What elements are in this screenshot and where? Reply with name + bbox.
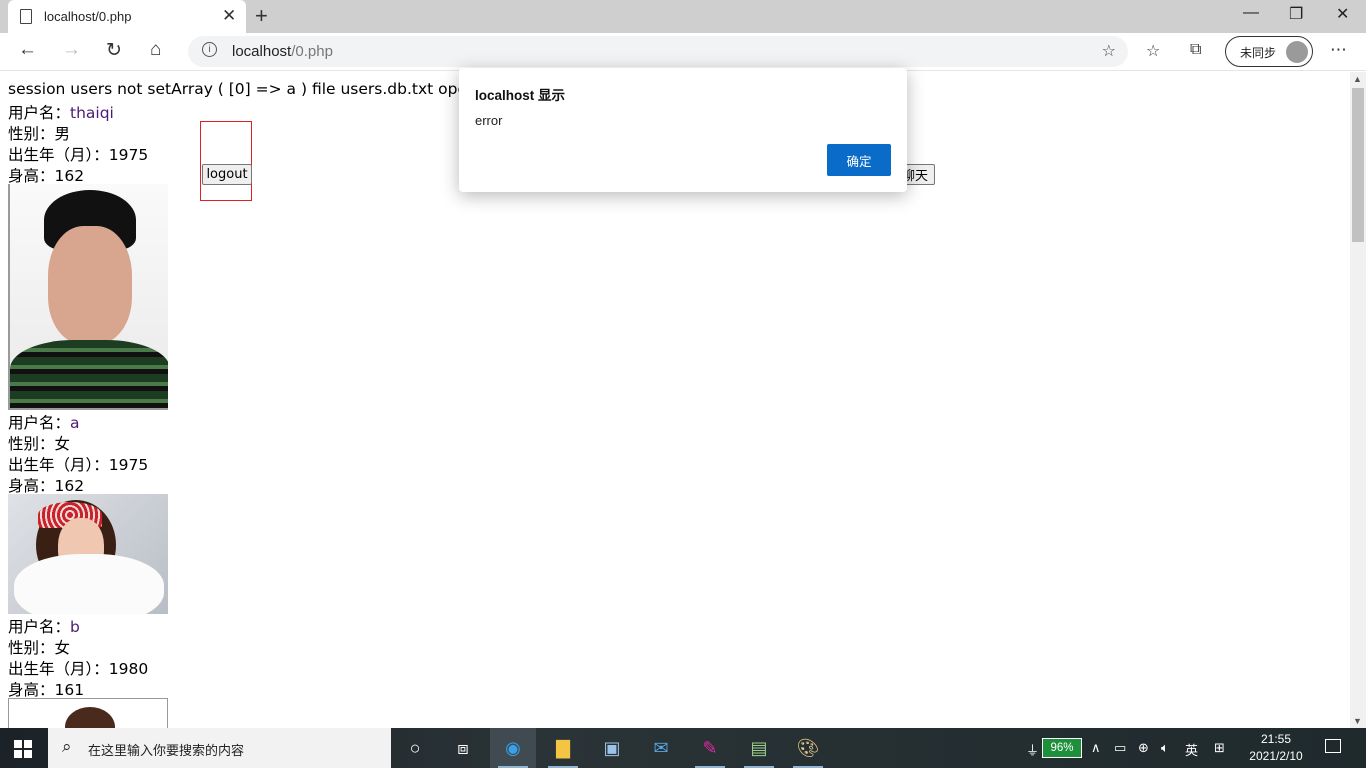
window-close-icon[interactable]: ✕	[1336, 4, 1349, 24]
battery-indicator[interactable]: 96%	[1042, 738, 1082, 758]
user-photo	[8, 184, 168, 410]
search-placeholder: 在这里输入你要搜索的内容	[88, 743, 245, 758]
more-menu-icon[interactable]: ⋯	[1330, 40, 1347, 60]
user-height: 身高：162	[8, 477, 85, 495]
user-birth: 出生年（月）：1975	[8, 146, 149, 164]
scroll-thumb[interactable]	[1352, 88, 1364, 242]
browser-tab[interactable]: localhost/0.php ✕	[8, 0, 246, 33]
scroll-up-icon[interactable]: ▲	[1353, 74, 1362, 84]
show-hidden-icons-icon[interactable]: ∧	[1091, 740, 1101, 756]
scroll-down-icon[interactable]: ▼	[1353, 716, 1362, 726]
user-birth: 出生年（月）：1980	[8, 660, 149, 678]
profile-sync-button[interactable]: 未同步	[1225, 36, 1313, 67]
dialog-ok-button[interactable]: 确定	[827, 144, 891, 176]
task-view-icon[interactable]: ⧈	[440, 728, 486, 768]
url-text: localhost/0.php	[232, 43, 333, 60]
user-gender: 性别：男	[8, 125, 71, 143]
user-gender: 性别：女	[8, 639, 71, 657]
user-height: 身高：161	[8, 681, 85, 699]
user-birth: 出生年（月）：1975	[8, 456, 149, 474]
volume-icon[interactable]: 🔈︎	[1161, 740, 1169, 756]
favorites-icon[interactable]: ☆	[1146, 41, 1160, 61]
edge-icon[interactable]: ◉	[490, 728, 536, 768]
user-photo	[8, 494, 168, 614]
user-height: 身高：162	[8, 167, 85, 185]
back-icon[interactable]: ←	[18, 39, 37, 61]
user-photo	[8, 698, 168, 728]
forward-icon[interactable]: →	[62, 39, 81, 61]
page-scrollbar[interactable]: ▲ ▼	[1350, 72, 1366, 728]
sync-label: 未同步	[1240, 46, 1277, 60]
mail-icon[interactable]: ✉	[638, 728, 684, 768]
collections-icon[interactable]: ⧉	[1190, 41, 1201, 59]
file-explorer-icon[interactable]: ▇	[540, 728, 586, 768]
address-bar-row: ← → ↻ ⌂ i localhost/0.php ☆ ☆ ⧉ 未同步 ⋯	[0, 33, 1366, 71]
user-name-line: 用户名：b	[8, 618, 80, 636]
tab-strip: localhost/0.php ✕ + — ❐ ✕	[0, 0, 1366, 33]
pen-app-icon[interactable]: ✎	[687, 728, 733, 768]
add-favorite-icon[interactable]: ☆	[1102, 41, 1116, 61]
clock-time: 21:55	[1260, 732, 1292, 746]
new-tab-icon[interactable]: +	[255, 3, 268, 29]
site-info-icon[interactable]: i	[202, 42, 217, 57]
cortana-icon[interactable]: ○	[392, 728, 438, 768]
network-icon[interactable]: ⊕	[1138, 740, 1149, 756]
start-icon[interactable]	[14, 740, 32, 758]
user-name-link[interactable]: thaiqi	[70, 104, 114, 122]
user-name-line: 用户名：thaiqi	[8, 104, 114, 122]
debug-output: session users not setArray ( [0] => a ) …	[8, 80, 477, 98]
dialog-title: localhost 显示	[475, 88, 566, 103]
home-icon[interactable]: ⌂	[150, 39, 161, 61]
clock-date: 2021/2/10	[1249, 749, 1303, 763]
logout-button[interactable]: logout	[202, 164, 252, 185]
page-icon	[20, 9, 32, 24]
clock[interactable]: 21:55 2021/2/10	[1244, 731, 1308, 765]
user-gender: 性别：女	[8, 435, 71, 453]
refresh-icon[interactable]: ↻	[106, 39, 122, 62]
url-field[interactable]: i localhost/0.php ☆	[188, 36, 1128, 67]
taskbar: ⌕ 在这里输入你要搜索的内容 ○ ⧈ ◉ ▇ ▣ ✉ ✎ ▤ 🎨︎ ⏚ 96% …	[0, 728, 1366, 768]
taskbar-search-input[interactable]: ⌕ 在这里输入你要搜索的内容	[48, 728, 391, 768]
restore-icon[interactable]: ❐	[1289, 4, 1303, 24]
debug-box	[200, 121, 252, 201]
battery-icon[interactable]: ▭	[1114, 740, 1126, 756]
dialog-message: error	[475, 113, 503, 128]
store-icon[interactable]: ▣	[589, 728, 635, 768]
search-icon: ⌕	[62, 737, 72, 756]
user-name-link[interactable]: b	[70, 618, 80, 636]
minimize-icon[interactable]: —	[1243, 4, 1259, 22]
alert-dialog: localhost 显示 error 确定	[459, 68, 907, 192]
ime-mode-icon[interactable]: ⊞	[1214, 740, 1225, 756]
terminal-icon[interactable]: ▤	[736, 728, 782, 768]
paint-icon[interactable]: 🎨︎	[785, 728, 831, 768]
tab-close-icon[interactable]: ✕	[222, 6, 236, 26]
avatar	[1286, 41, 1308, 63]
ime-indicator[interactable]: 英	[1185, 740, 1198, 759]
user-name-link[interactable]: a	[70, 414, 80, 432]
user-name-line: 用户名：a	[8, 414, 80, 432]
tab-title: localhost/0.php	[44, 9, 132, 24]
notification-icon[interactable]	[1325, 739, 1341, 753]
power-plug-icon[interactable]: ⏚	[1026, 740, 1039, 759]
